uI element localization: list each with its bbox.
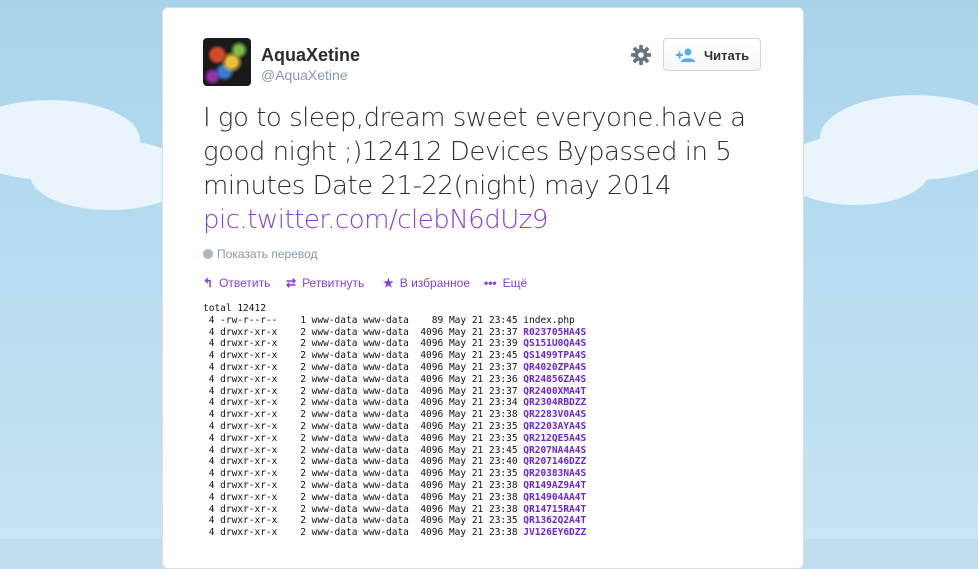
add-user-icon (676, 48, 695, 62)
terminal-row-filename: index.php (523, 314, 575, 326)
terminal-row-meta: 4 drwxr-xr-x 2 www-data www-data 4096 Ma… (203, 491, 524, 503)
terminal-row-dirname: QR20383NA4S (523, 468, 587, 480)
translate-link[interactable]: Показать перевод (203, 247, 318, 261)
terminal-row-dirname: QR2283V0A4S (523, 409, 587, 421)
translate-label: Показать перевод (217, 247, 318, 261)
terminal-row: 4 drwxr-xr-x 2 www-data www-data 4096 Ma… (203, 350, 763, 362)
retweet-label: Ретвитнуть (302, 276, 365, 290)
terminal-row: 4 drwxr-xr-x 2 www-data www-data 4096 Ma… (203, 445, 763, 457)
terminal-row-dirname: JV126EY6DZZ (523, 527, 587, 539)
retweet-icon: ⇄ (286, 276, 297, 290)
more-button[interactable]: ••• Ещё (484, 276, 527, 290)
terminal-row-dirname: QR2203AYA4S (523, 420, 587, 432)
terminal-row-meta: 4 drwxr-xr-x 2 www-data www-data 4096 Ma… (203, 515, 524, 527)
terminal-row: 4 drwxr-xr-x 2 www-data www-data 4096 Ma… (203, 515, 763, 527)
terminal-row: 4 drwxr-xr-x 2 www-data www-data 4096 Ma… (203, 480, 763, 492)
terminal-row-dirname: QR207146DZZ (523, 456, 587, 468)
terminal-row: 4 drwxr-xr-x 2 www-data www-data 4096 Ma… (203, 327, 763, 339)
terminal-row: 4 drwxr-xr-x 2 www-data www-data 4096 Ma… (203, 492, 763, 504)
terminal-row: 4 drwxr-xr-x 2 www-data www-data 4096 Ma… (203, 421, 763, 433)
terminal-row-dirname: QR212QE5A4S (523, 432, 587, 444)
author-name[interactable]: AquaXetine (261, 45, 360, 66)
tweet-link[interactable]: pic.twitter.com/clebN6dUz9 (203, 203, 763, 237)
terminal-row: 4 drwxr-xr-x 2 www-data www-data 4096 Ma… (203, 338, 763, 350)
favorite-button[interactable]: ★ В избранное (383, 276, 470, 290)
terminal-row: 4 drwxr-xr-x 2 www-data www-data 4096 Ma… (203, 433, 763, 445)
star-icon: ★ (383, 276, 394, 290)
terminal-row: 4 drwxr-xr-x 2 www-data www-data 4096 Ma… (203, 468, 763, 480)
terminal-row-meta: 4 drwxr-xr-x 2 www-data www-data 4096 Ma… (203, 420, 524, 432)
author-handle[interactable]: @AquaXetine (261, 67, 348, 83)
terminal-row-meta: 4 drwxr-xr-x 2 www-data www-data 4096 Ma… (203, 350, 524, 362)
reply-icon: ↰ (203, 276, 214, 290)
reply-label: Ответить (219, 276, 271, 290)
terminal-row-meta: 4 drwxr-xr-x 2 www-data www-data 4096 Ma… (203, 503, 524, 515)
terminal-row-meta: 4 drwxr-xr-x 2 www-data www-data 4096 Ma… (203, 444, 524, 456)
tweet-body: I go to sleep,dream sweet everyone.have … (203, 103, 746, 201)
terminal-row-dirname: QR149AZ9A4T (523, 479, 587, 491)
terminal-row-dirname: QR4020ZPA4S (523, 361, 587, 373)
terminal-row-meta: 4 drwxr-xr-x 2 www-data www-data 4096 Ma… (203, 338, 524, 350)
terminal-row: 4 drwxr-xr-x 2 www-data www-data 4096 Ma… (203, 456, 763, 468)
globe-icon (203, 249, 213, 259)
terminal-row-meta: 4 drwxr-xr-x 2 www-data www-data 4096 Ma… (203, 385, 524, 397)
terminal-row: 4 drwxr-xr-x 2 www-data www-data 4096 Ma… (203, 397, 763, 409)
gear-icon[interactable] (630, 44, 652, 66)
terminal-row-meta: 4 drwxr-xr-x 2 www-data www-data 4096 Ma… (203, 468, 524, 480)
more-icon: ••• (484, 276, 497, 290)
terminal-row-meta: 4 drwxr-xr-x 2 www-data www-data 4096 Ma… (203, 361, 524, 373)
terminal-row-meta: 4 drwxr-xr-x 2 www-data www-data 4096 Ma… (203, 432, 524, 444)
terminal-row-dirname: R023705HA4S (523, 326, 587, 338)
terminal-total: total 12412 (203, 303, 266, 314)
terminal-row-meta: 4 drwxr-xr-x 2 www-data www-data 4096 Ma… (203, 397, 524, 409)
favorite-label: В избранное (399, 276, 470, 290)
terminal-row-meta: 4 drwxr-xr-x 2 www-data www-data 4096 Ma… (203, 373, 524, 385)
tweet-card: AquaXetine @AquaXetine Читать I go to sl… (162, 7, 804, 569)
terminal-row-meta: 4 drwxr-xr-x 2 www-data www-data 4096 Ma… (203, 479, 524, 491)
avatar[interactable] (203, 38, 251, 86)
terminal-row-meta: 4 drwxr-xr-x 2 www-data www-data 4096 Ma… (203, 326, 524, 338)
terminal-row: 4 drwxr-xr-x 2 www-data www-data 4096 Ma… (203, 362, 763, 374)
terminal-row-dirname: QR2304RBDZZ (523, 397, 587, 409)
more-label: Ещё (502, 276, 528, 290)
follow-button[interactable]: Читать (663, 38, 761, 71)
retweet-button[interactable]: ⇄ Ретвитнуть (286, 276, 364, 290)
terminal-row-dirname: QR14715RA4T (523, 503, 587, 515)
tweet-text: I go to sleep,dream sweet everyone.have … (203, 101, 763, 237)
reply-button[interactable]: ↰ Ответить (203, 276, 270, 290)
terminal-row-dirname: QS151U0QA4S (523, 338, 587, 350)
terminal-row-dirname: QR14904AA4T (523, 491, 587, 503)
follow-button-label: Читать (704, 48, 750, 63)
terminal-row-dirname: QS1499TPA4S (523, 350, 587, 362)
terminal-row-dirname: QR1362Q2A4T (523, 515, 587, 527)
terminal-row: 4 drwxr-xr-x 2 www-data www-data 4096 Ma… (203, 409, 763, 421)
terminal-row-dirname: QR2400XMA4T (523, 385, 587, 397)
terminal-row: 4 drwxr-xr-x 2 www-data www-data 4096 Ma… (203, 504, 763, 516)
terminal-row-dirname: QR24856ZA4S (523, 373, 587, 385)
terminal-row-meta: 4 drwxr-xr-x 2 www-data www-data 4096 Ma… (203, 527, 524, 539)
terminal-row: 4 drwxr-xr-x 2 www-data www-data 4096 Ma… (203, 386, 763, 398)
terminal-row: 4 drwxr-xr-x 2 www-data www-data 4096 Ma… (203, 374, 763, 386)
terminal-row-meta: 4 drwxr-xr-x 2 www-data www-data 4096 Ma… (203, 456, 524, 468)
terminal-row-meta: 4 drwxr-xr-x 2 www-data www-data 4096 Ma… (203, 409, 524, 421)
terminal-row-dirname: QR207NA4A4S (523, 444, 587, 456)
terminal-row: 4 -rw-r--r-- 1 www-data www-data 89 May … (203, 315, 763, 327)
terminal-row-meta: 4 -rw-r--r-- 1 www-data www-data 89 May … (203, 314, 524, 326)
terminal-row: 4 drwxr-xr-x 2 www-data www-data 4096 Ma… (203, 527, 763, 539)
tweet-media-terminal[interactable]: total 12412 4 -rw-r--r-- 1 www-data www-… (203, 303, 763, 553)
